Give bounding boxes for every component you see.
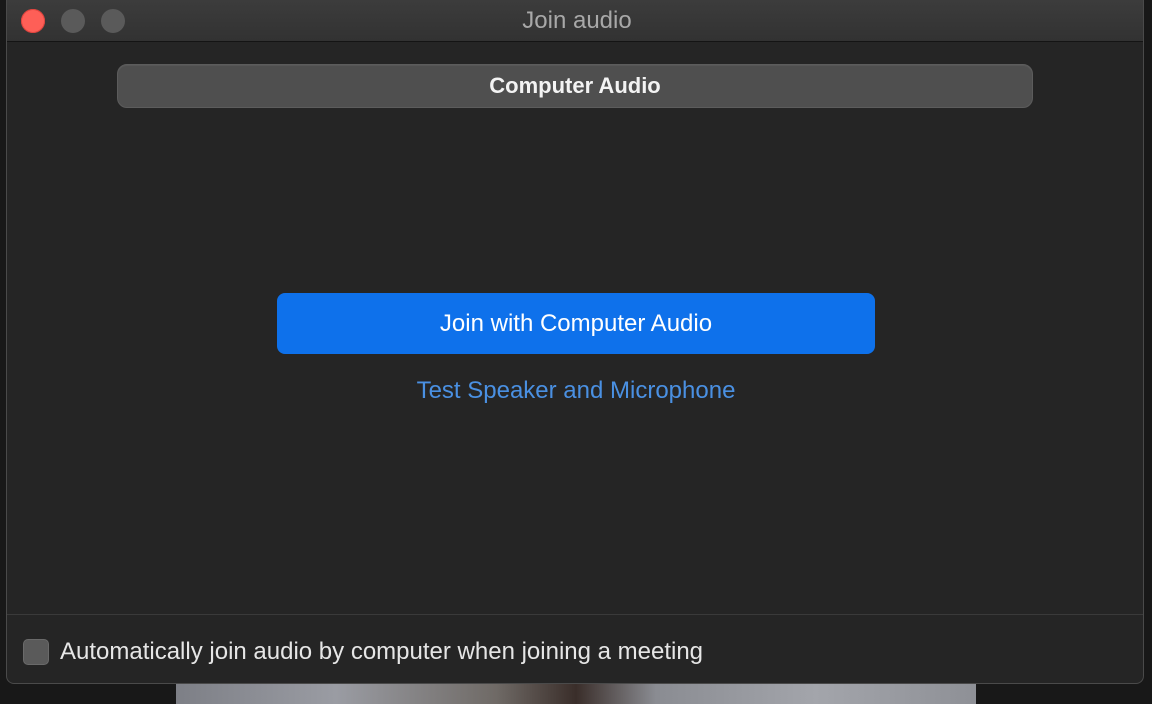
auto-join-checkbox[interactable] xyxy=(23,639,49,665)
footer-divider xyxy=(7,614,1143,615)
window-title: Join audio xyxy=(522,7,632,34)
test-speaker-and-microphone-link[interactable]: Test Speaker and Microphone xyxy=(277,374,875,408)
auto-join-row: Automatically join audio by computer whe… xyxy=(23,632,703,672)
join-with-computer-audio-button[interactable]: Join with Computer Audio xyxy=(277,293,875,354)
tab-computer-audio-label: Computer Audio xyxy=(489,73,661,98)
title-bar: Join audio xyxy=(7,0,1143,42)
join-audio-window: Join audio Computer Audio Join with Comp… xyxy=(6,0,1144,684)
auto-join-label[interactable]: Automatically join audio by computer whe… xyxy=(60,638,703,666)
tab-computer-audio[interactable]: Computer Audio xyxy=(117,64,1033,108)
